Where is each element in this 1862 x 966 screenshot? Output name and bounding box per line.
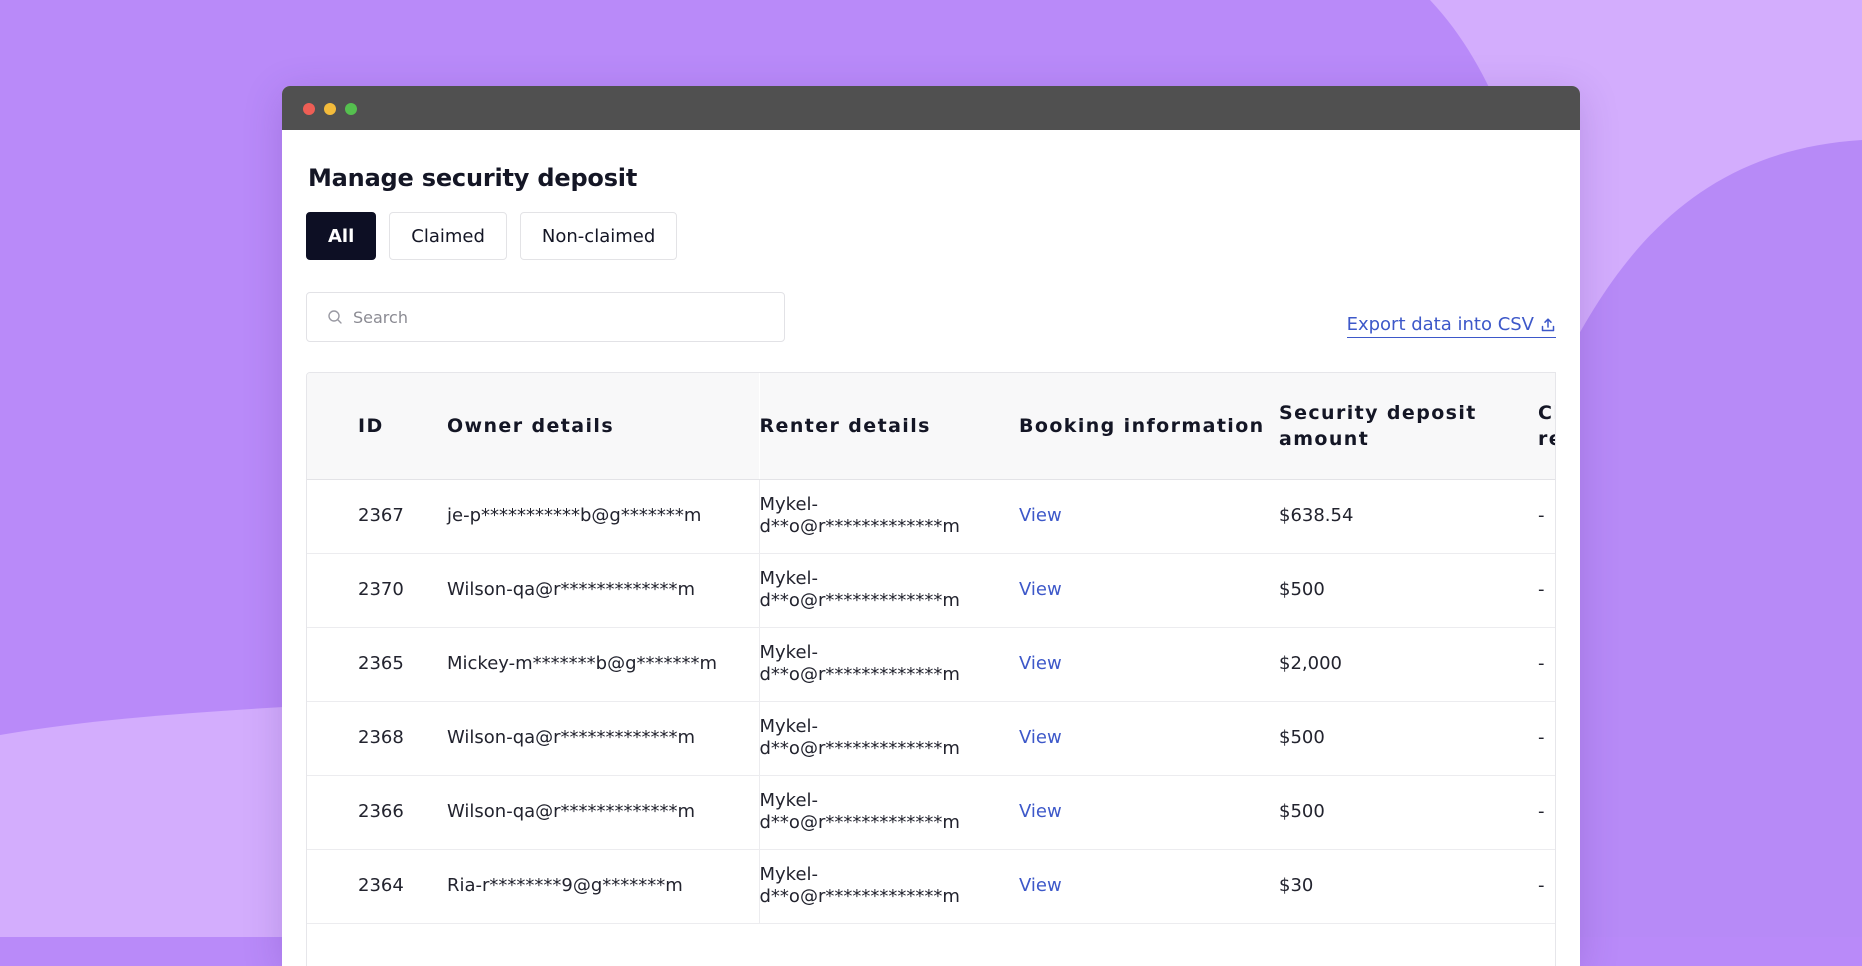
row-id: 2366 — [307, 775, 447, 850]
maximize-window-button[interactable] — [345, 103, 357, 115]
row-deposit: $638.54 — [1279, 479, 1538, 554]
row-booking: View — [1019, 775, 1279, 850]
row-renter: Mykel-d**o@r*************m — [758, 479, 1019, 554]
header-id: ID — [307, 373, 447, 480]
row-booking: View — [1019, 701, 1279, 776]
row-booking: View — [1019, 627, 1279, 702]
export-csv-link[interactable]: Export data into CSV — [1346, 314, 1556, 338]
row-claim: - — [1538, 479, 1555, 554]
view-booking-link[interactable]: View — [1019, 727, 1062, 748]
row-booking: View — [1019, 479, 1279, 554]
header-renter-details: Renter details — [759, 373, 1019, 480]
header-claim-request: Claim request — [1538, 373, 1555, 480]
row-booking: View — [1019, 849, 1279, 924]
header-security-deposit-amount: Security deposit amount — [1279, 373, 1538, 480]
filter-claimed-button[interactable]: Claimed — [389, 212, 507, 260]
deposit-table: ID Owner details Renter details Booking … — [307, 373, 1555, 924]
row-renter: Mykel-d**o@r*************m — [758, 849, 1019, 924]
header-booking-information: Booking information — [1019, 373, 1279, 480]
table-row: 2368 Wilson-qa@r*************m Mykel-d**… — [307, 701, 1555, 776]
row-deposit: $500 — [1279, 701, 1538, 776]
close-window-button[interactable] — [303, 103, 315, 115]
row-id: 2367 — [307, 479, 447, 554]
row-booking: View — [1019, 553, 1279, 628]
row-renter: Mykel-d**o@r*************m — [758, 701, 1019, 776]
row-renter: Mykel-d**o@r*************m — [758, 627, 1019, 702]
row-deposit: $500 — [1279, 775, 1538, 850]
view-booking-link[interactable]: View — [1019, 875, 1062, 896]
view-booking-link[interactable]: View — [1019, 653, 1062, 674]
row-claim: - — [1538, 775, 1555, 850]
table-row: 2366 Wilson-qa@r*************m Mykel-d**… — [307, 775, 1555, 850]
view-booking-link[interactable]: View — [1019, 505, 1062, 526]
row-owner: Wilson-qa@r*************m — [447, 553, 759, 628]
row-owner: Mickey-m*******b@g*******m — [447, 627, 759, 702]
search-input[interactable] — [351, 296, 784, 338]
table-row: 2370 Wilson-qa@r*************m Mykel-d**… — [307, 553, 1555, 628]
row-id: 2368 — [307, 701, 447, 776]
upload-icon — [1541, 317, 1555, 331]
main-content: Manage security deposit All Claimed Non-… — [306, 130, 1556, 966]
row-id: 2365 — [307, 627, 447, 702]
page-title: Manage security deposit — [308, 164, 638, 192]
row-owner: Wilson-qa@r*************m — [447, 701, 759, 776]
row-claim: - — [1538, 701, 1555, 776]
window-titlebar — [282, 86, 1580, 130]
row-renter: Mykel-d**o@r*************m — [758, 775, 1019, 850]
row-deposit: $30 — [1279, 849, 1538, 924]
table-header-row: ID Owner details Renter details Booking … — [307, 373, 1555, 480]
row-owner: Wilson-qa@r*************m — [447, 775, 759, 850]
row-deposit: $2,000 — [1279, 627, 1538, 702]
filter-all-button[interactable]: All — [306, 212, 377, 260]
row-claim: - — [1538, 849, 1555, 924]
view-booking-link[interactable]: View — [1019, 579, 1062, 600]
minimize-window-button[interactable] — [324, 103, 336, 115]
header-owner-details: Owner details — [447, 373, 759, 480]
view-booking-link[interactable]: View — [1019, 801, 1062, 822]
deposit-table-container[interactable]: ID Owner details Renter details Booking … — [306, 372, 1556, 966]
search-icon — [328, 310, 342, 324]
row-id: 2364 — [307, 849, 447, 924]
filter-tabs: All Claimed Non-claimed — [306, 212, 678, 260]
export-csv-label: Export data into CSV — [1346, 314, 1534, 335]
row-renter: Mykel-d**o@r*************m — [758, 553, 1019, 628]
table-row: 2365 Mickey-m*******b@g*******m Mykel-d*… — [307, 627, 1555, 702]
table-row: 2364 Ria-r********9@g*******m Mykel-d**o… — [307, 849, 1555, 924]
filter-non-claimed-button[interactable]: Non-claimed — [519, 212, 678, 260]
row-owner: je-p***********b@g*******m — [447, 479, 759, 554]
row-claim: - — [1538, 553, 1555, 628]
row-claim: - — [1538, 627, 1555, 702]
row-id: 2370 — [307, 553, 447, 628]
app-window: Manage security deposit All Claimed Non-… — [282, 86, 1580, 966]
table-row: 2367 je-p***********b@g*******m Mykel-d*… — [307, 479, 1555, 554]
search-box[interactable] — [306, 292, 785, 342]
row-owner: Ria-r********9@g*******m — [447, 849, 759, 924]
row-deposit: $500 — [1279, 553, 1538, 628]
